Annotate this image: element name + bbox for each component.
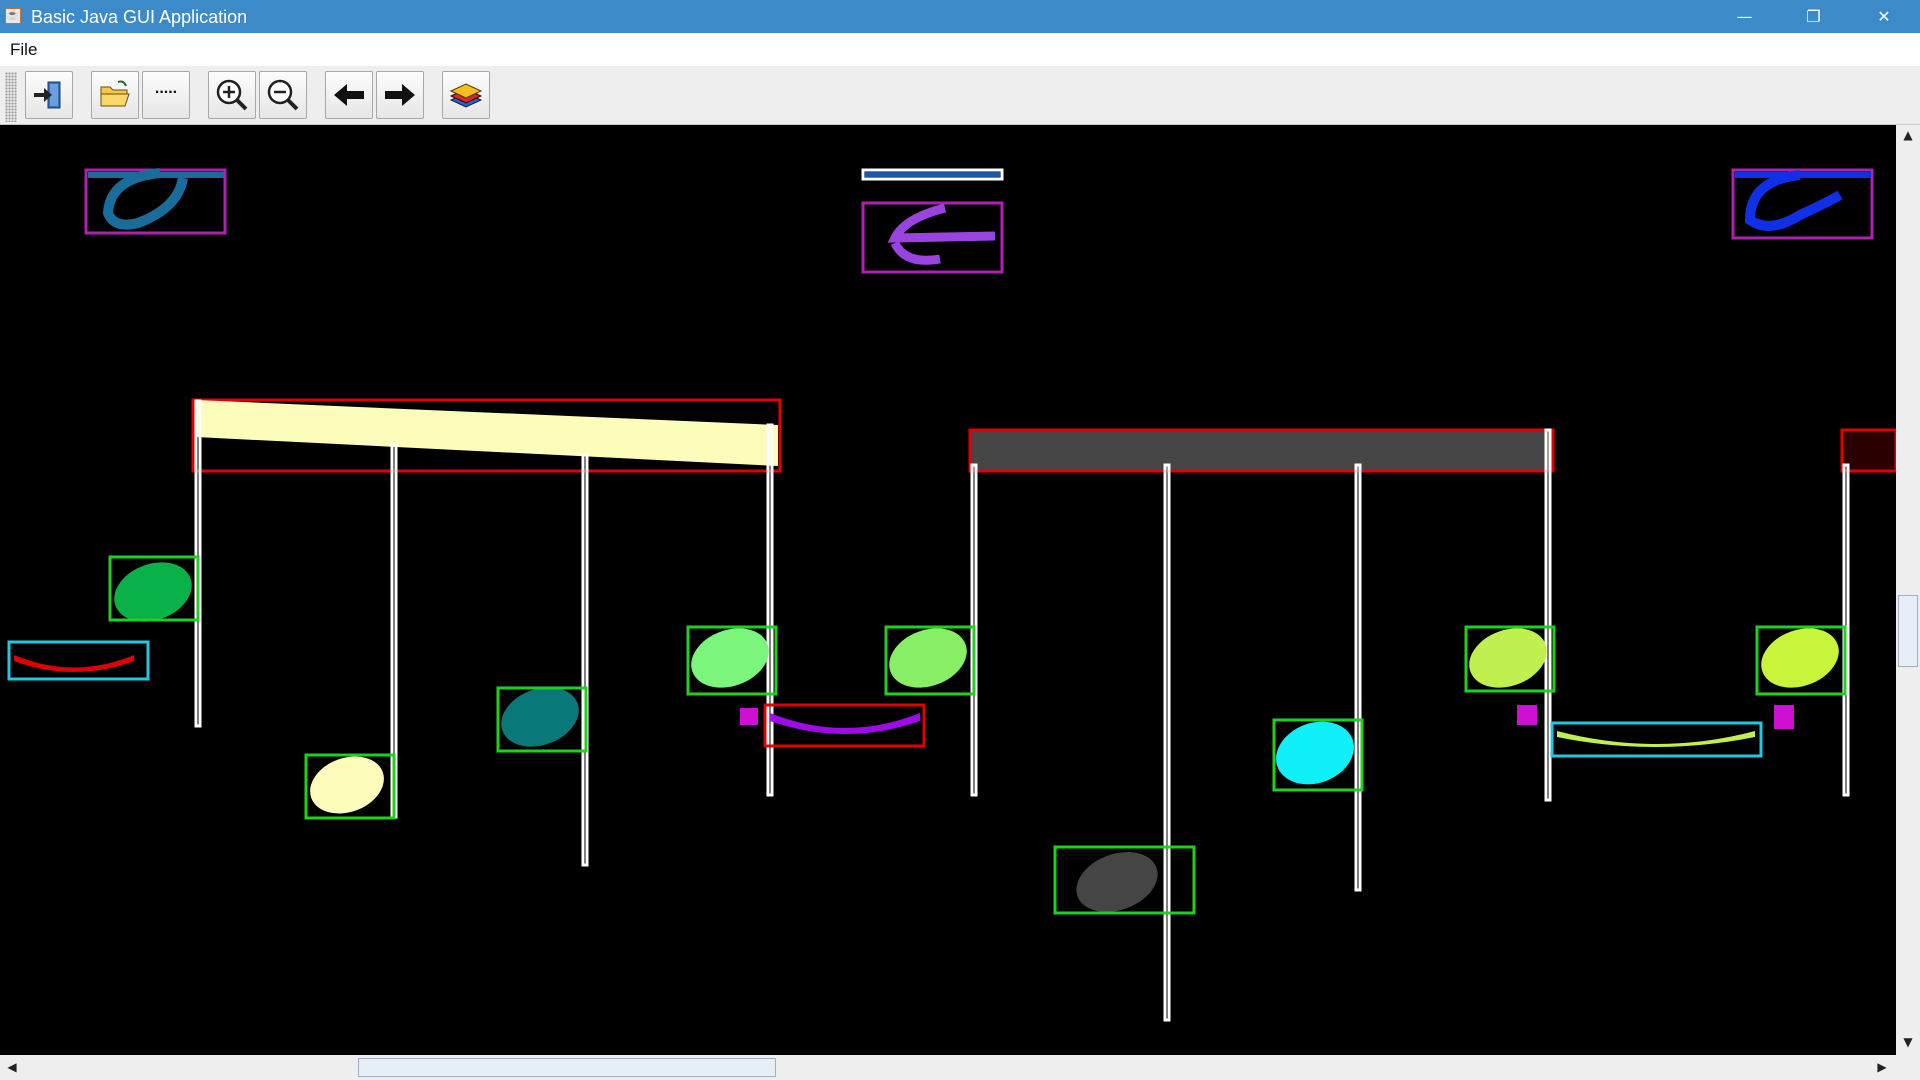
zoom-out-button[interactable] — [259, 71, 307, 119]
minimize-icon: — — [1736, 7, 1753, 26]
beam-right — [1840, 428, 1896, 473]
layers-icon — [449, 83, 483, 108]
scrollbar-corner — [1896, 1055, 1920, 1080]
menu-bar: File — [0, 33, 1920, 66]
toolbar-grip[interactable] — [5, 72, 17, 122]
clef-symbol-center — [861, 168, 1004, 274]
clef-symbol-right — [1731, 168, 1874, 240]
note-head-9 — [1755, 625, 1847, 696]
toolbar: ..... — [0, 66, 1920, 125]
close-button[interactable]: ✕ — [1848, 0, 1920, 33]
restore-button[interactable]: ❐ — [1779, 0, 1848, 33]
note-head-5 — [884, 625, 976, 696]
layers-button[interactable] — [442, 71, 490, 119]
horizontal-scroll-thumb[interactable] — [358, 1058, 776, 1077]
score-canvas[interactable] — [0, 125, 1896, 1055]
vertical-scrollbar[interactable]: ▲ ▼ — [1896, 125, 1920, 1055]
scroll-up-icon[interactable]: ▲ — [1896, 128, 1920, 142]
note-head-2 — [304, 753, 396, 820]
note-head-6 — [1053, 845, 1196, 915]
rest-symbol-right — [1517, 705, 1794, 758]
scroll-down-icon[interactable]: ▼ — [1896, 1035, 1920, 1049]
note-head-3 — [496, 686, 588, 753]
note-head-7 — [1272, 718, 1364, 792]
note-head-4 — [686, 625, 778, 696]
menu-file[interactable]: File — [10, 40, 37, 60]
beam-left — [191, 398, 782, 473]
window-title: Basic Java GUI Application — [31, 7, 248, 27]
zoom-in-icon — [216, 79, 248, 111]
arrow-right-icon — [385, 84, 415, 106]
clef-symbol-left — [84, 168, 227, 235]
stems — [194, 399, 1850, 1022]
open-folder-icon — [100, 80, 130, 107]
zoom-in-button[interactable] — [208, 71, 256, 119]
horizontal-scrollbar[interactable]: ◀ ▶ — [0, 1055, 1896, 1080]
java-cup-icon: ☕ — [5, 8, 21, 24]
forward-button[interactable] — [376, 71, 424, 119]
minimize-button[interactable]: — — [1710, 0, 1779, 33]
exit-button[interactable] — [25, 71, 73, 119]
zoom-out-icon — [267, 79, 299, 111]
note-head-8 — [1464, 625, 1556, 693]
back-button[interactable] — [325, 71, 373, 119]
scroll-right-icon[interactable]: ▶ — [1874, 1060, 1890, 1074]
more-button[interactable]: ..... — [142, 71, 190, 119]
close-icon: ✕ — [1877, 7, 1891, 26]
vertical-scroll-thumb[interactable] — [1898, 595, 1918, 667]
rest-symbol-left — [7, 640, 150, 681]
beam-middle — [968, 428, 1555, 473]
title-bar: ☕ Basic Java GUI Application — ❐ ✕ — [0, 0, 1920, 33]
open-button[interactable] — [91, 71, 139, 119]
note-head-1 — [108, 555, 200, 622]
arrow-left-icon — [334, 84, 364, 106]
exit-door-icon — [34, 81, 61, 109]
restore-icon: ❐ — [1806, 7, 1821, 26]
scroll-left-icon[interactable]: ◀ — [4, 1060, 20, 1074]
